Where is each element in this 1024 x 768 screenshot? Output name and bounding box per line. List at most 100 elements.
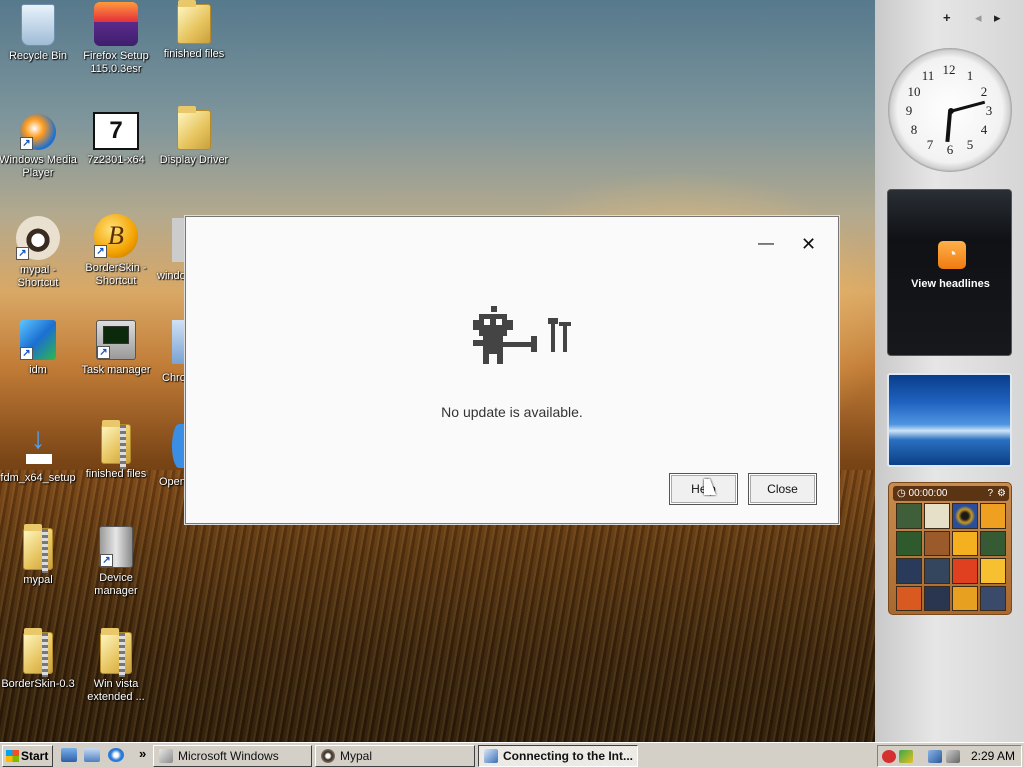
dialog-minimize-button[interactable]: — (758, 234, 774, 254)
puzzle-tile[interactable] (924, 558, 950, 584)
timer-icon: ◷ (897, 488, 906, 499)
slideshow-gadget[interactable] (887, 373, 1012, 467)
desktop-icon-finished-files[interactable]: finished files (154, 0, 234, 61)
task-connecting[interactable]: Connecting to the Int... (478, 745, 638, 767)
connecting-icon (484, 749, 498, 763)
desktop-icon-chrome[interactable]: Chro (158, 320, 186, 385)
volume-muted-icon[interactable] (946, 750, 960, 763)
desktop-icon-label: fdm_x64_setup (0, 472, 76, 484)
show-desktop-icon[interactable] (61, 748, 77, 762)
quicklaunch-overflow-button[interactable]: » (139, 746, 146, 761)
puzzle-tile[interactable] (924, 585, 950, 611)
picture-puzzle-gadget[interactable]: ◷ 00:00:00 ? ⚙ (888, 482, 1012, 615)
shortcut-arrow-icon: ↗ (16, 247, 29, 260)
desktop-icon-idm[interactable]: ↗ idm (0, 320, 78, 377)
app-icon (172, 218, 186, 262)
shortcut-arrow-icon: ↗ (20, 137, 33, 150)
puzzle-tile[interactable] (896, 558, 922, 584)
puzzle-tile[interactable] (896, 530, 922, 556)
desktop-icon-fdm-setup[interactable]: ↓ fdm_x64_setup (0, 424, 78, 485)
tray-app-icon[interactable] (899, 750, 913, 763)
desktop-icon-borderskin-zip[interactable]: BorderSkin-0.3 (0, 628, 78, 691)
clock-numeral: 3 (985, 103, 993, 118)
desktop-icon-label: mypal - Shortcut (17, 264, 59, 289)
chrome-icon (172, 320, 186, 364)
desktop-icon-label: idm (29, 364, 47, 376)
puzzle-help-button[interactable]: ? (987, 486, 993, 501)
clock-numeral: 7 (926, 137, 934, 152)
desktop-icon-mypal-zip[interactable]: mypal (0, 524, 78, 587)
puzzle-tile[interactable] (980, 558, 1006, 584)
puzzle-tile[interactable] (980, 503, 1006, 529)
desktop-icon-label: Chro (162, 372, 186, 384)
desktop-icon-firefox-setup[interactable]: Firefox Setup 115.0.3esr (76, 2, 156, 76)
puzzle-tile[interactable] (896, 503, 922, 529)
desktop-icon-display-driver[interactable]: Display Driver (154, 106, 234, 167)
puzzle-tile[interactable] (980, 530, 1006, 556)
mypal-icon (321, 749, 335, 763)
puzzle-tile[interactable] (952, 558, 978, 584)
desktop-icon-borderskin-shortcut[interactable]: B ↗ BorderSkin - Shortcut (76, 214, 156, 288)
sidebar-prev-button[interactable]: ◂ (975, 10, 982, 26)
start-button[interactable]: Start (2, 745, 53, 767)
clock-numeral: 5 (966, 137, 974, 152)
desktop-icon-recycle-bin[interactable]: Recycle Bin (0, 4, 78, 63)
tray-clock[interactable]: 2:29 AM (971, 746, 1015, 766)
mypal-icon: ↗ (16, 216, 60, 260)
sidebar-next-button[interactable]: ▸ (994, 10, 1001, 26)
clock-numeral: 11 (921, 68, 935, 83)
clock-numeral: 2 (980, 84, 988, 99)
clock-numeral: 12 (942, 62, 956, 77)
desktop-icon-label: windo (157, 270, 186, 282)
puzzle-tile[interactable] (952, 530, 978, 556)
desktop-icon-mypal-shortcut[interactable]: ↗ mypal - Shortcut (0, 216, 78, 290)
clock-numeral: 10 (907, 84, 921, 99)
zip-folder-icon (23, 524, 53, 573)
dialog-close-x-button[interactable]: ✕ (801, 234, 816, 254)
desktop-icon-finished-files-zip[interactable]: finished files (76, 420, 156, 481)
shortcut-arrow-icon: ↗ (94, 245, 107, 258)
app-icon (172, 424, 186, 468)
task-manager-icon: ↗ (96, 320, 136, 360)
firefox-installer-icon (94, 2, 138, 46)
robot-tools-icon (473, 306, 571, 364)
system-tray: 2:29 AM (877, 745, 1022, 767)
task-mypal[interactable]: Mypal (315, 745, 475, 767)
security-alert-icon[interactable] (882, 750, 896, 763)
shortcut-arrow-icon: ↗ (20, 347, 33, 360)
puzzle-timer: 00:00:00 (908, 488, 948, 499)
clock-gadget[interactable]: 12 1 2 3 4 5 6 7 8 9 10 11 (888, 48, 1012, 172)
desktop-icon-label: Win vista extended ... (87, 678, 145, 703)
internet-explorer-icon[interactable] (108, 748, 124, 762)
desktop-icon-device-manager[interactable]: ↗ Device manager (76, 526, 156, 598)
puzzle-tile[interactable] (952, 503, 978, 529)
puzzle-shuffle-icon[interactable]: ⚙ (997, 486, 1006, 501)
zip-folder-icon (100, 628, 132, 677)
desktop-icon-windows-media-player[interactable]: ↗ Windows Media Player (0, 114, 78, 180)
network-icon[interactable] (928, 750, 942, 763)
puzzle-tile[interactable] (924, 503, 950, 529)
desktop-icon-windo[interactable]: windo (148, 218, 188, 283)
desktop-icon-open[interactable]: Open (158, 424, 186, 489)
puzzle-tile[interactable] (980, 585, 1006, 611)
desktop-icon-label: 7z2301-x64 (87, 154, 145, 166)
clock-hour-hand (945, 111, 952, 143)
puzzle-tile[interactable] (952, 585, 978, 611)
puzzle-tile[interactable] (896, 585, 922, 611)
puzzle-tile[interactable] (924, 530, 950, 556)
desktop-icon-label: Device manager (94, 572, 138, 597)
clock-numeral: 8 (910, 122, 918, 137)
media-player-icon: ↗ (20, 114, 56, 150)
desktop-icon-label: Windows Media Player (0, 154, 77, 179)
puzzle-tiles[interactable] (896, 503, 1006, 611)
zip-folder-icon (101, 420, 131, 469)
switch-windows-icon[interactable] (84, 748, 100, 762)
sidebar-add-gadget-button[interactable]: + (943, 10, 951, 25)
news-headlines-gadget[interactable]: ◔ View headlines (887, 189, 1012, 356)
task-microsoft-windows[interactable]: Microsoft Windows (153, 745, 312, 767)
idm-icon: ↗ (20, 320, 56, 360)
close-button[interactable]: Close (748, 473, 817, 505)
desktop-icon-win-vista-extended[interactable]: Win vista extended ... (76, 628, 156, 704)
desktop-icon-7zip[interactable]: 7 7z2301-x64 (76, 112, 156, 167)
desktop-icon-task-manager[interactable]: ↗ Task manager (76, 320, 156, 377)
